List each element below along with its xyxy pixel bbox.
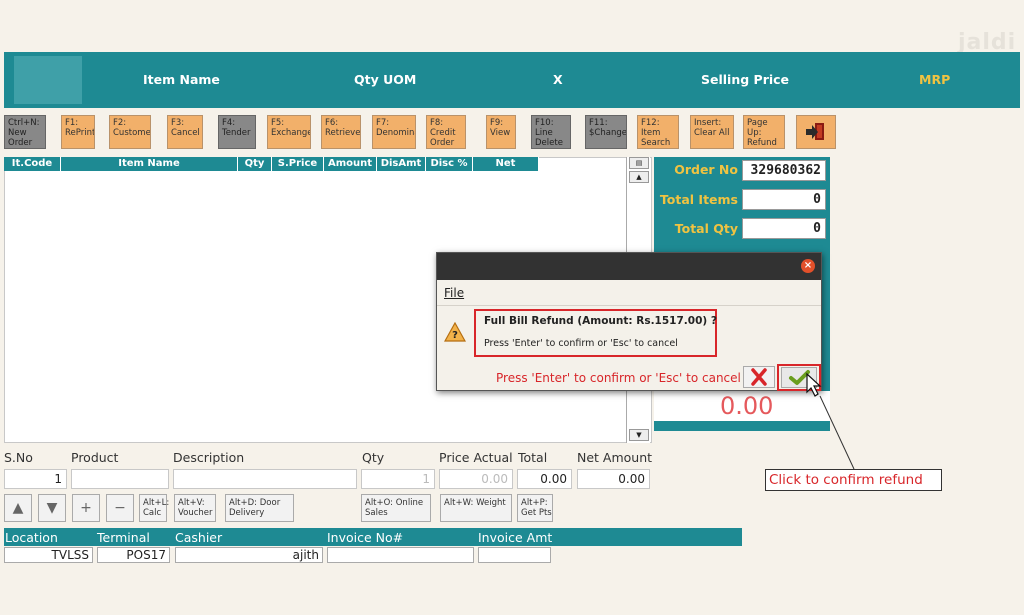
- change-button[interactable]: F11: $Change: [585, 115, 627, 149]
- tender-button[interactable]: F4: Tender: [218, 115, 256, 149]
- confirm-instructions: Press 'Enter' to confirm or 'Esc' to can…: [484, 338, 678, 349]
- header-selling-price: Selling Price: [701, 72, 790, 87]
- cursor-arrow-icon: [806, 372, 822, 397]
- online-sales-button[interactable]: Alt+O: Online Sales: [361, 494, 431, 522]
- product-label: Product: [71, 450, 119, 465]
- col-disamt: DisAmt: [377, 157, 426, 171]
- col-it-code: It.Code: [4, 157, 61, 171]
- callout-pointer: [806, 372, 855, 470]
- total-field: 0.00: [517, 469, 572, 489]
- terminal-label: Terminal: [97, 530, 150, 545]
- total-qty-value: 0: [742, 218, 826, 239]
- description-field[interactable]: [173, 469, 357, 489]
- file-menu[interactable]: File: [444, 286, 464, 300]
- clear-all-button[interactable]: Insert: Clear All: [690, 115, 734, 149]
- product-field[interactable]: [71, 469, 169, 489]
- minus-icon: −: [114, 500, 126, 516]
- move-up-button[interactable]: ▲: [4, 494, 32, 522]
- exit-icon: [806, 123, 824, 140]
- file-menu-label: File: [444, 286, 465, 300]
- cashier-label: Cashier: [175, 530, 223, 545]
- scroll-down-icon[interactable]: ▼: [629, 429, 649, 441]
- calc-button[interactable]: Alt+L: Calc: [139, 494, 169, 522]
- increase-qty-button[interactable]: +: [72, 494, 100, 522]
- col-disc-percent: Disc %: [426, 157, 473, 171]
- get-points-button[interactable]: Alt+P: Get Pts: [517, 494, 553, 522]
- net-amount-label: Net Amount: [577, 450, 653, 465]
- item-search-button[interactable]: F12: Item Search: [637, 115, 679, 149]
- decrease-qty-button[interactable]: −: [106, 494, 134, 522]
- cancel-button[interactable]: [743, 366, 775, 388]
- weight-button[interactable]: Alt+W: Weight: [440, 494, 512, 522]
- location-value: TVLSS: [4, 547, 93, 563]
- svg-text:?: ?: [452, 330, 458, 341]
- col-amount: Amount: [324, 157, 377, 171]
- header-qty-uom: Qty UOM: [354, 72, 417, 87]
- net-amount-field: 0.00: [577, 469, 650, 489]
- cancel-x-icon: [751, 368, 767, 386]
- invoice-amt-label: Invoice Amt: [478, 530, 553, 545]
- retrieve-button[interactable]: F6: Retrieve: [321, 115, 361, 149]
- invoice-no-value: [327, 547, 474, 563]
- close-icon[interactable]: ×: [801, 259, 815, 273]
- reprint-button[interactable]: F1: RePrint: [61, 115, 95, 149]
- net-amount-display: 0.00: [720, 392, 774, 420]
- confirm-refund-callout: Click to confirm refund: [765, 469, 942, 491]
- invoice-amt-value: [478, 547, 551, 563]
- move-down-button[interactable]: ▼: [38, 494, 66, 522]
- total-qty-label: Total Qty: [674, 221, 738, 236]
- col-item-name: Item Name: [61, 157, 238, 171]
- voucher-button[interactable]: Alt+V: Voucher: [174, 494, 216, 522]
- price-actual-field[interactable]: 0.00: [439, 469, 513, 489]
- col-qty: Qty: [238, 157, 272, 171]
- invoice-no-label: Invoice No#: [327, 530, 404, 545]
- header-x: X: [553, 72, 563, 87]
- terminal-value: POS17: [97, 547, 170, 563]
- new-order-button[interactable]: Ctrl+N: New Order: [4, 115, 46, 149]
- dialog-separator: [437, 305, 821, 306]
- total-items-label: Total Items: [659, 192, 738, 207]
- credit-order-button[interactable]: F8: Credit Order: [426, 115, 466, 149]
- description-label: Description: [173, 450, 245, 465]
- scroll-up-icon[interactable]: ▲: [629, 171, 649, 183]
- refund-amount-question: Full Bill Refund (Amount: Rs.1517.00) ?: [484, 315, 717, 327]
- total-items-value: 0: [742, 189, 826, 210]
- location-label: Location: [5, 530, 58, 545]
- cancel-order-button[interactable]: F3: Cancel: [167, 115, 203, 149]
- header-mrp: MRP: [919, 72, 951, 87]
- total-label: Total: [518, 450, 548, 465]
- view-button[interactable]: F9: View: [486, 115, 516, 149]
- qty-field[interactable]: 1: [361, 469, 435, 489]
- exchange-button[interactable]: F5: Exchange: [267, 115, 311, 149]
- header-item-name: Item Name: [143, 72, 220, 87]
- line-delete-button[interactable]: F10: Line Delete: [531, 115, 571, 149]
- plus-icon: +: [80, 500, 92, 516]
- arrow-up-icon: ▲: [12, 500, 24, 516]
- customer-button[interactable]: F2: Customer: [109, 115, 151, 149]
- order-no-label: Order No: [674, 162, 738, 177]
- col-net-amount: Net Amount: [473, 157, 539, 183]
- door-delivery-button[interactable]: Alt+D: Door Delivery: [225, 494, 294, 522]
- dialog-titlebar: [437, 253, 821, 280]
- cashier-value: ajith: [175, 547, 323, 563]
- exit-button[interactable]: [796, 115, 836, 149]
- order-no-value: 329680362: [742, 160, 826, 181]
- denomination-button[interactable]: F7: Denomina: [372, 115, 416, 149]
- warning-icon: ?: [443, 321, 467, 345]
- sno-label: S.No: [4, 450, 33, 465]
- column-chooser-icon[interactable]: ▤: [629, 157, 649, 169]
- item-thumbnail: [14, 56, 82, 104]
- refund-button[interactable]: Page Up: Refund: [743, 115, 785, 149]
- dialog-status-text: Press 'Enter' to confirm or 'Esc' to can…: [496, 371, 741, 385]
- qty-label: Qty: [362, 450, 385, 465]
- sno-field[interactable]: 1: [4, 469, 67, 489]
- col-s-price: S.Price: [272, 157, 324, 171]
- price-actual-label: Price Actual: [439, 450, 513, 465]
- arrow-down-icon: ▼: [46, 500, 58, 516]
